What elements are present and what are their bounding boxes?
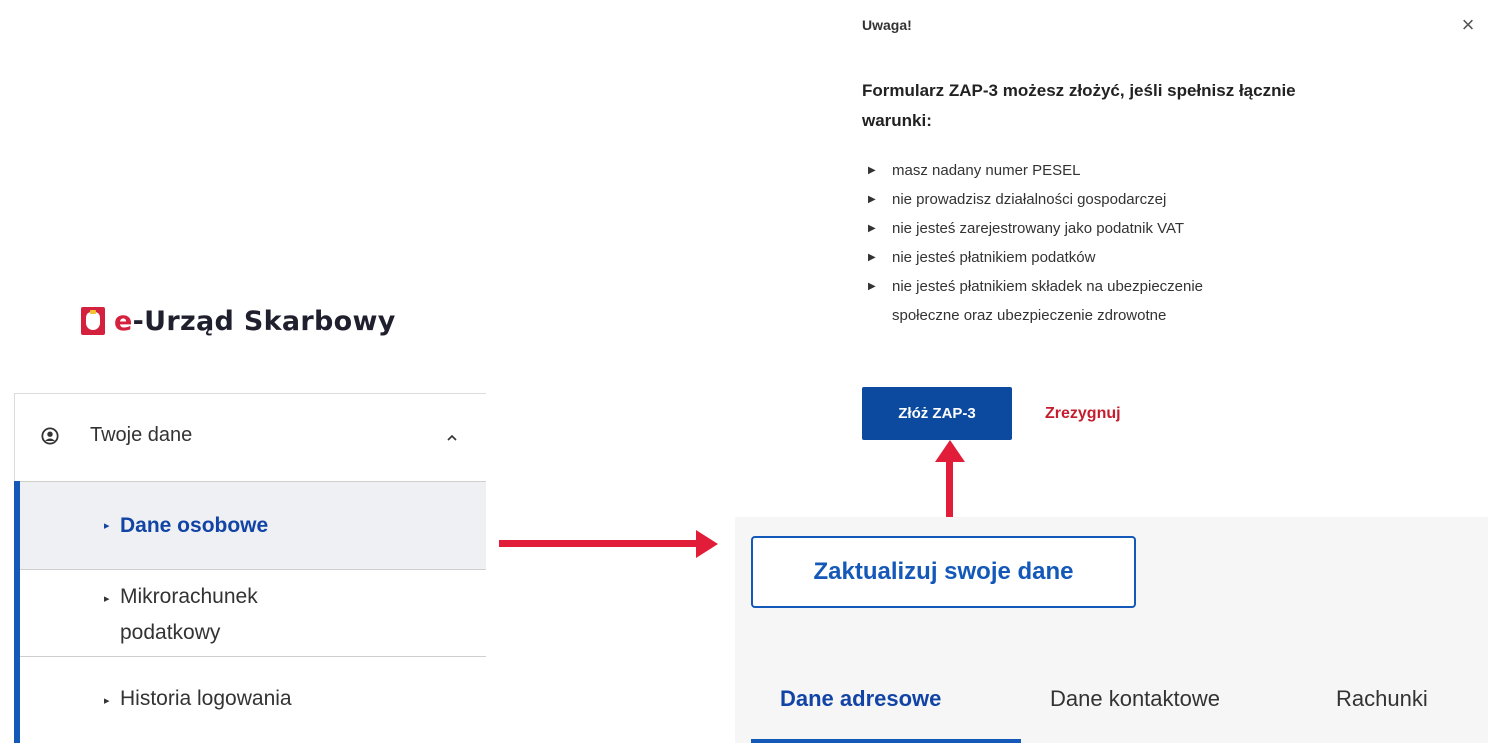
tab-rachunki[interactable]: Rachunki bbox=[1336, 686, 1428, 712]
annotation-arrow-shaft bbox=[946, 460, 953, 518]
dialog-heading-line: warunki: bbox=[862, 111, 932, 130]
active-tab-indicator bbox=[751, 739, 1021, 743]
bullet-icon: ▶ bbox=[868, 223, 876, 234]
brand-logo: e-Urząd Skarbowy bbox=[81, 301, 396, 341]
arrow-up-icon bbox=[935, 440, 965, 462]
update-data-button[interactable]: Zaktualizuj swoje dane bbox=[751, 536, 1136, 608]
list-item: ▶ masz nadany numer PESEL bbox=[862, 156, 1422, 185]
tab-dane-kontaktowe[interactable]: Dane kontaktowe bbox=[1050, 686, 1220, 712]
submit-zap3-button[interactable]: Złóż ZAP-3 bbox=[862, 387, 1012, 440]
list-item: ▶ nie prowadzisz działalności gospodarcze… bbox=[862, 185, 1422, 214]
bullet-icon: ▶ bbox=[868, 281, 876, 292]
bullet-icon: ▸ bbox=[104, 695, 110, 707]
sidebar-section-twoje-dane[interactable]: Twoje dane bbox=[14, 393, 486, 481]
bullet-icon: ▶ bbox=[868, 165, 876, 176]
sidebar-nav: Twoje dane ▸ Dane osobowe ▸ Mikrorachune… bbox=[14, 393, 486, 743]
list-item-continuation: społeczne oraz ubezpieczenie zdrowotne bbox=[892, 307, 1167, 324]
bullet-icon: ▶ bbox=[868, 194, 876, 205]
dialog-heading-line: Formularz ZAP-3 możesz złożyć, jeśli spe… bbox=[862, 81, 1296, 100]
annotation-arrow-shaft bbox=[499, 540, 699, 547]
sidebar-item-label: Mikrorachunek bbox=[120, 585, 258, 608]
dialog-title: Uwaga! bbox=[862, 17, 912, 33]
emblem-icon bbox=[81, 307, 105, 335]
user-circle-icon bbox=[41, 427, 59, 445]
close-icon[interactable]: × bbox=[1458, 14, 1478, 36]
conditions-list: ▶ masz nadany numer PESEL ▶ nie prowadzisz… bbox=[862, 156, 1422, 330]
sidebar-item-dane-osobowe[interactable]: ▸ Dane osobowe bbox=[20, 481, 486, 570]
list-item: ▶ nie jesteś płatnikiem składek na ubezpi… bbox=[862, 272, 1422, 301]
arrow-right-icon bbox=[696, 530, 718, 558]
list-item: ▶ nie jesteś płatnikiem podatków bbox=[862, 243, 1422, 272]
sidebar-item-label: Dane osobowe bbox=[120, 514, 269, 537]
chevron-up-icon[interactable] bbox=[446, 432, 458, 444]
dialog-heading: Formularz ZAP-3 możesz złożyć, jeśli spe… bbox=[862, 76, 1462, 136]
sidebar-item-label: Historia logowania bbox=[120, 687, 292, 710]
sidebar-item-mikrorachunek[interactable]: ▸ Mikrorachunek podatkowy bbox=[20, 569, 486, 657]
tab-dane-adresowe[interactable]: Dane adresowe bbox=[780, 686, 941, 712]
cancel-link[interactable]: Zrezygnuj bbox=[1045, 405, 1121, 423]
bullet-icon: ▸ bbox=[104, 593, 110, 605]
sidebar-item-historia-logowania[interactable]: ▸ Historia logowania bbox=[20, 656, 486, 744]
sidebar-section-label: Twoje dane bbox=[90, 424, 193, 446]
bullet-icon: ▸ bbox=[104, 520, 110, 532]
list-item: ▶ nie jesteś zarejestrowany jako podatnik… bbox=[862, 214, 1422, 243]
sidebar-item-label-line2: podatkowy bbox=[120, 621, 221, 644]
bullet-icon: ▶ bbox=[868, 252, 876, 263]
brand-title: e-Urząd Skarbowy bbox=[114, 305, 396, 337]
